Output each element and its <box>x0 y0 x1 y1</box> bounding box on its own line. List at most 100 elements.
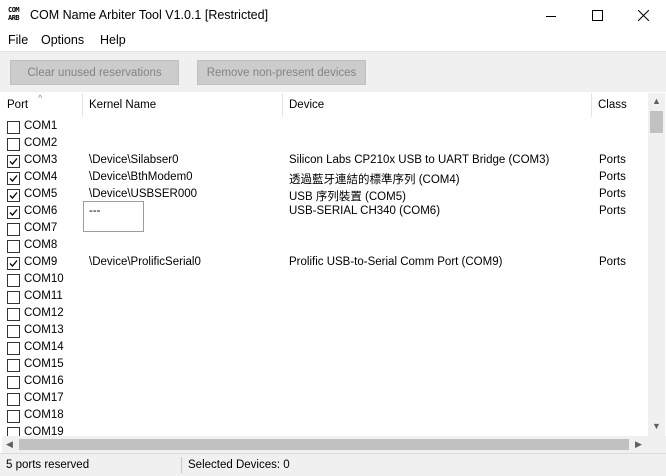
checkbox-checked[interactable] <box>7 257 20 270</box>
checkbox[interactable] <box>7 342 20 355</box>
table-row[interactable]: COM14 <box>2 339 648 356</box>
horizontal-scrollbar[interactable]: ◀ ▶ <box>2 436 648 453</box>
checkbox[interactable] <box>7 274 20 287</box>
table-row[interactable]: COM19 <box>2 424 648 436</box>
device-cell: Prolific USB-to-Serial Comm Port (COM9) <box>289 256 503 268</box>
port-cell: COM19 <box>24 426 64 436</box>
maximize-icon <box>591 10 603 21</box>
class-cell: Ports <box>599 171 626 183</box>
port-cell: COM2 <box>24 137 58 149</box>
kernel-name-cell: \Device\USBSER000 <box>89 188 198 200</box>
minimize-button[interactable] <box>528 0 574 31</box>
checkmark-icon <box>9 158 18 165</box>
clear-unused-reservations-button[interactable]: Clear unused reservations <box>10 60 179 85</box>
table-row[interactable]: COM8 <box>2 237 648 254</box>
minimize-icon <box>546 15 556 17</box>
class-cell: Ports <box>599 154 626 166</box>
column-header-class-label: Class <box>598 99 627 111</box>
port-cell: COM11 <box>24 290 63 302</box>
sort-ascending-icon: ^ <box>38 93 43 103</box>
checkbox[interactable] <box>7 410 20 423</box>
checkbox-checked[interactable] <box>7 155 20 168</box>
scroll-right-icon[interactable]: ▶ <box>635 439 642 450</box>
table-row[interactable]: COM9 \Device\ProlificSerial0 Prolific USB-… <box>2 254 648 271</box>
title-bar: COM ARB COM Name Arbiter Tool V1.0.1 [Re… <box>0 0 666 31</box>
table-row[interactable]: COM2 <box>2 135 648 152</box>
kernel-name-cell: \Device\ProlificSerial0 <box>89 256 201 268</box>
vertical-scroll-thumb[interactable] <box>650 111 663 133</box>
column-header-port-label: Port <box>7 99 29 111</box>
port-cell: COM14 <box>24 341 64 353</box>
table-row[interactable]: COM17 <box>2 390 648 407</box>
device-cell: USB-SERIAL CH340 (COM6) <box>289 205 441 217</box>
kernel-name-cell: \Device\Silabser0 <box>89 154 179 166</box>
column-header-kernel-label: Kernel Name <box>89 99 157 111</box>
port-list[interactable]: ^ Port Kernel Name Device Class COM1 COM2… <box>2 93 648 436</box>
checkbox[interactable] <box>7 240 20 253</box>
status-selected-devices: Selected Devices: 0 <box>188 459 290 471</box>
table-row[interactable]: COM3 \Device\Silabser0 Silicon Labs CP210x… <box>2 152 648 169</box>
app-logo-top: COM <box>8 6 20 14</box>
column-header-kernel[interactable]: Kernel Name <box>84 93 283 117</box>
checkmark-icon <box>9 260 18 267</box>
scrollbar-corner <box>648 436 666 453</box>
vertical-scrollbar[interactable]: ▲ ▼ <box>648 93 665 436</box>
class-cell: Ports <box>599 188 626 200</box>
port-cell: COM16 <box>24 375 64 387</box>
checkmark-icon <box>9 192 18 199</box>
table-row[interactable]: COM1 <box>2 118 648 135</box>
checkbox[interactable] <box>7 308 20 321</box>
device-cell: 透過藍牙連結的標準序列 (COM4) <box>289 174 460 186</box>
table-row[interactable]: COM12 <box>2 305 648 322</box>
close-icon <box>637 10 649 21</box>
checkbox[interactable] <box>7 291 20 304</box>
checkbox[interactable] <box>7 359 20 372</box>
app-logo-bottom: ARB <box>8 14 20 22</box>
checkbox[interactable] <box>7 427 20 436</box>
table-row[interactable]: COM16 <box>2 373 648 390</box>
checkbox-checked[interactable] <box>7 206 20 219</box>
scroll-up-icon[interactable]: ▲ <box>652 96 661 106</box>
column-header-device[interactable]: Device <box>284 93 592 117</box>
menu-file[interactable]: File <box>8 33 28 47</box>
status-separator <box>181 457 182 473</box>
table-row[interactable]: COM13 <box>2 322 648 339</box>
port-cell: COM9 <box>24 256 58 268</box>
checkbox[interactable] <box>7 121 20 134</box>
port-cell: COM6 <box>24 205 58 217</box>
table-row[interactable]: COM11 <box>2 288 648 305</box>
checkbox-checked[interactable] <box>7 189 20 202</box>
remove-non-present-devices-button[interactable]: Remove non-present devices <box>197 60 366 85</box>
kernel-name-cell: \Device\BthModem0 <box>89 171 193 183</box>
checkbox[interactable] <box>7 376 20 389</box>
table-row[interactable]: COM18 <box>2 407 648 424</box>
checkbox[interactable] <box>7 393 20 406</box>
table-row[interactable]: COM4 \Device\BthModem0 透過藍牙連結的標準序列 (COM4) P… <box>2 169 648 186</box>
checkmark-icon <box>9 209 18 216</box>
class-cell: Ports <box>599 205 626 217</box>
window-title: COM Name Arbiter Tool V1.0.1 [Restricted… <box>30 8 269 22</box>
port-cell: COM17 <box>24 392 64 404</box>
port-cell: COM15 <box>24 358 64 370</box>
menu-options[interactable]: Options <box>41 33 84 47</box>
status-reserved-count: 5 ports reserved <box>6 459 90 471</box>
checkbox[interactable] <box>7 138 20 151</box>
port-cell: COM5 <box>24 188 58 200</box>
close-button[interactable] <box>620 0 666 31</box>
table-row[interactable]: COM10 <box>2 271 648 288</box>
scroll-down-icon[interactable]: ▼ <box>652 421 661 431</box>
column-header-class[interactable]: Class <box>593 93 648 117</box>
port-cell: COM7 <box>24 222 58 234</box>
scroll-left-icon[interactable]: ◀ <box>6 439 13 450</box>
app-logo-icon: COM ARB <box>8 6 24 24</box>
checkbox-checked[interactable] <box>7 172 20 185</box>
table-row[interactable]: COM15 <box>2 356 648 373</box>
menu-help[interactable]: Help <box>100 33 126 47</box>
horizontal-scroll-thumb[interactable] <box>19 439 629 450</box>
port-cell: COM10 <box>24 273 64 285</box>
checkbox[interactable] <box>7 223 20 236</box>
column-header-port[interactable]: ^ Port <box>2 93 83 117</box>
checkbox[interactable] <box>7 325 20 338</box>
port-cell: COM12 <box>24 307 64 319</box>
maximize-button[interactable] <box>574 0 620 31</box>
